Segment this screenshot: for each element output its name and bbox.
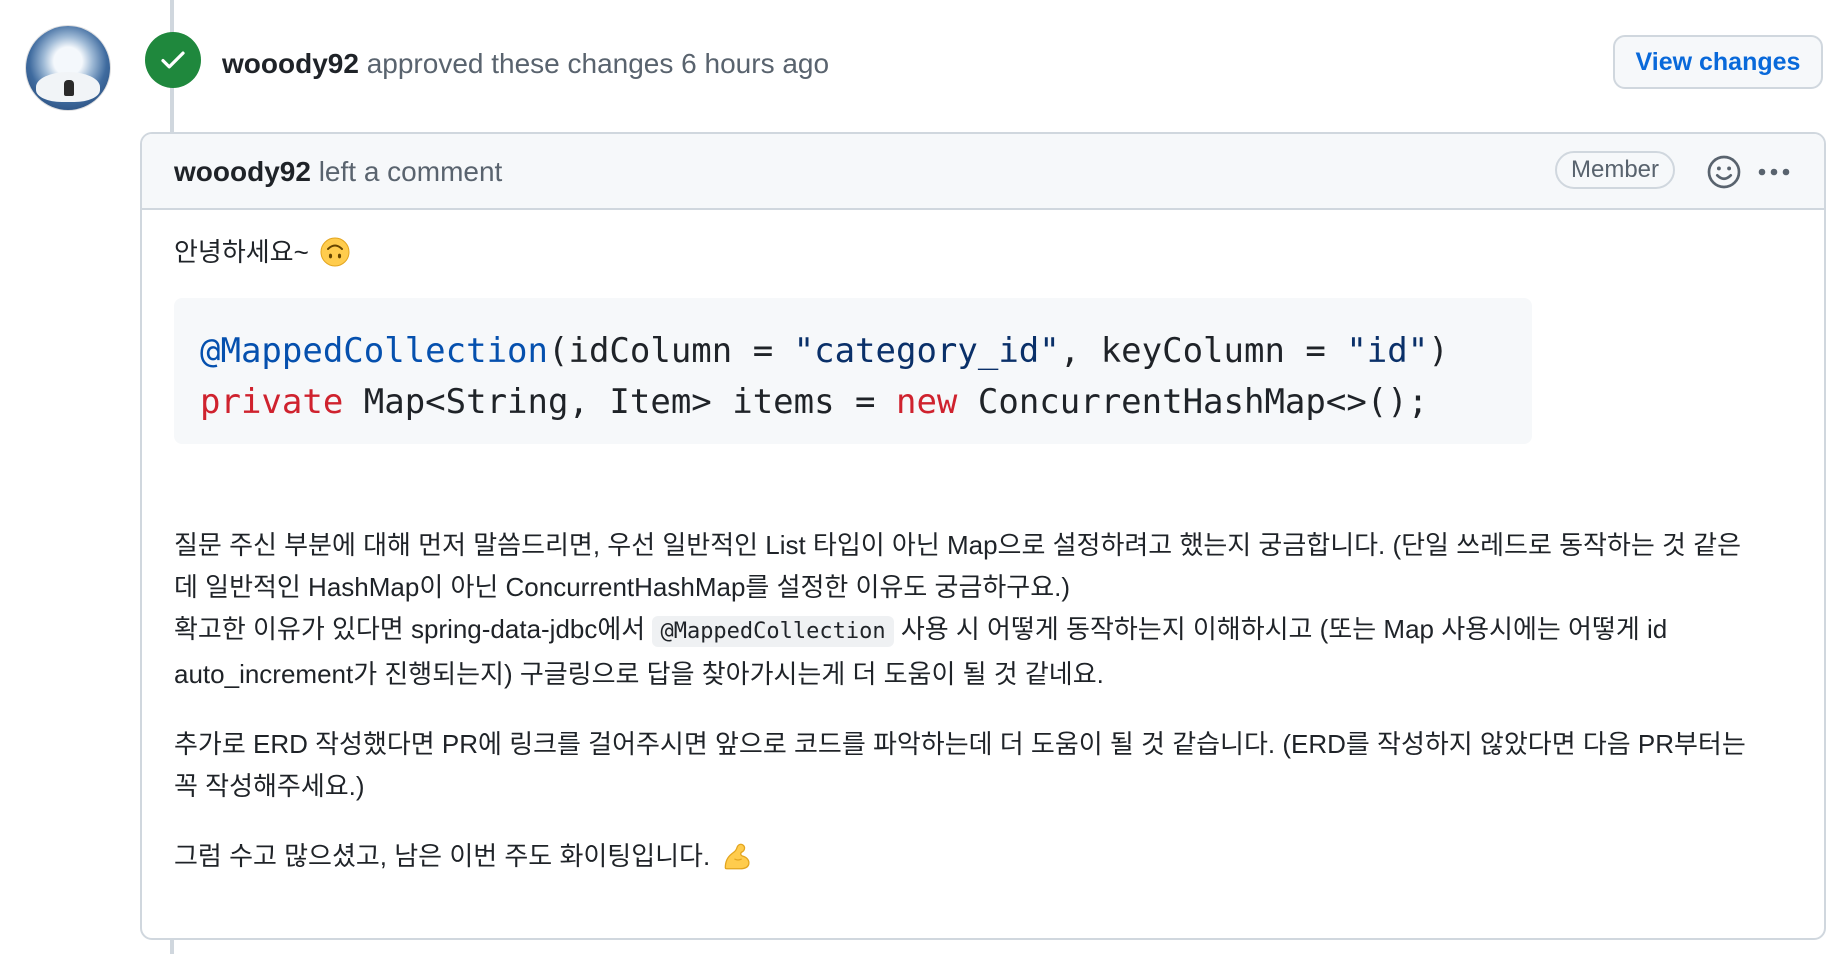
comment-paragraph: 질문 주신 부분에 대해 먼저 말씀드리면, 우선 일반적인 List 타입이 … <box>174 524 1788 695</box>
code-line-2: private Map<String, Item> items = new Co… <box>200 382 1428 422</box>
code-line-1: @MappedCollection(idColumn = "category_i… <box>200 331 1449 371</box>
greeting-text: 안녕하세요~ <box>174 237 309 267</box>
smiley-icon[interactable] <box>1706 154 1742 190</box>
paragraph-text: 그럼 수고 많으셨고, 남은 이번 주도 화이팅입니다. <box>174 841 711 871</box>
review-timestamp[interactable]: 6 hours ago <box>681 48 829 79</box>
code-block: @MappedCollection(idColumn = "category_i… <box>174 298 1532 444</box>
comment-paragraph: 그럼 수고 많으셨고, 남은 이번 주도 화이팅입니다. <box>174 835 1788 877</box>
code-annotation: @MappedCollection <box>200 331 548 371</box>
code-text: (idColumn = <box>548 331 794 371</box>
code-text: Map<String, Item> items = <box>343 382 896 422</box>
code-text: ConcurrentHashMap<>(); <box>957 382 1429 422</box>
kebab-horizontal-icon[interactable] <box>1754 154 1794 190</box>
upside-down-face-icon <box>320 237 350 267</box>
greeting-line: 안녕하세요~ <box>174 234 1788 270</box>
review-action-text: approved these changes <box>366 48 674 79</box>
code-text: , keyColumn = <box>1059 331 1347 371</box>
view-changes-button[interactable]: View changes <box>1613 35 1823 89</box>
review-event-text: wooody92 approved these changes 6 hours … <box>222 46 829 82</box>
code-string: "id" <box>1346 331 1429 371</box>
flexed-biceps-icon <box>724 843 750 870</box>
paragraph-text: 꼭 작성해주세요.) <box>174 771 365 801</box>
approved-badge <box>145 32 201 88</box>
paragraph-text: 확고한 이유가 있다면 spring-data-jdbc에서 <box>174 614 653 644</box>
comment-paragraph: 추가로 ERD 작성했다면 PR에 링크를 걸어주시면 앞으로 코드를 파악하는… <box>174 723 1788 807</box>
comment-header: wooody92 left a comment Member <box>142 134 1824 210</box>
code-text: ) <box>1428 331 1449 371</box>
comment-body: 안녕하세요~ @MappedCollection(idColumn = "cat… <box>174 234 1788 877</box>
paragraph-text: 데 일반적인 HashMap이 아닌 ConcurrentHashMap를 설정… <box>174 572 1071 602</box>
paragraph-text: 추가로 ERD 작성했다면 PR에 링크를 걸어주시면 앞으로 코드를 파악하는… <box>174 729 1746 759</box>
comment-action-text: left a comment <box>318 156 503 187</box>
paragraph-text: auto_increment가 진행되는지) 구글링으로 답을 찾아가시는게 더… <box>174 659 1104 689</box>
inline-code: @MappedCollection <box>652 616 894 647</box>
comment-box: wooody92 left a comment Member 안녕하세요~ @M… <box>140 132 1826 940</box>
paragraph-text: 사용 시 어떻게 동작하는지 이해하시고 (또는 Map 사용시에는 어떻게 i… <box>893 614 1668 644</box>
code-string: "category_id" <box>793 331 1060 371</box>
code-keyword: private <box>200 382 344 422</box>
avatar[interactable] <box>26 26 110 110</box>
paragraph-text: 질문 주신 부분에 대해 먼저 말씀드리면, 우선 일반적인 List 타입이 … <box>174 530 1741 560</box>
check-icon <box>161 51 185 69</box>
code-keyword: new <box>895 382 958 422</box>
comment-author-link[interactable]: wooody92 <box>174 156 311 187</box>
comment-header-text: wooody92 left a comment <box>174 154 502 190</box>
review-author-link[interactable]: wooody92 <box>222 48 359 79</box>
member-badge: Member <box>1555 151 1676 189</box>
avatar-figure-shape <box>64 80 74 96</box>
